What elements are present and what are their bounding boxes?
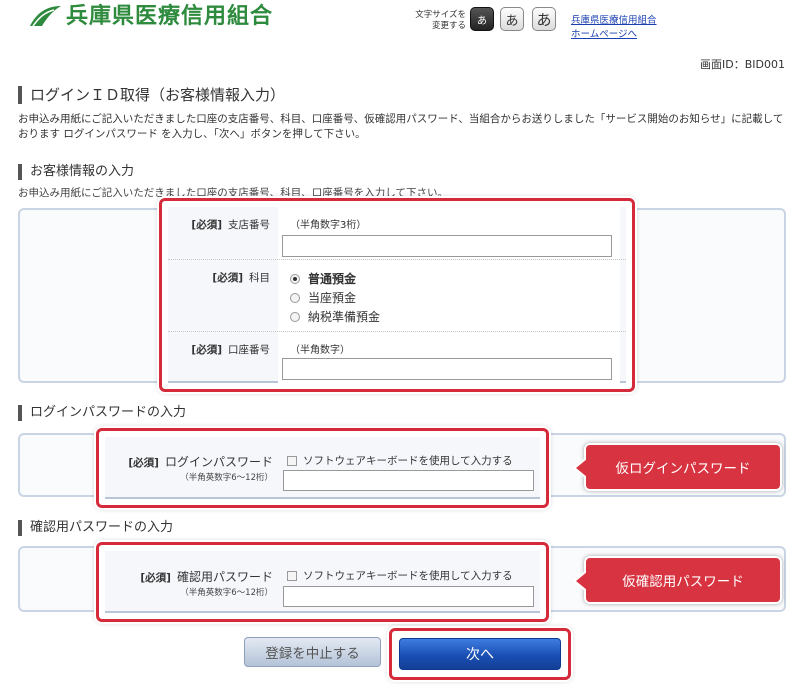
font-size-small-button[interactable]: あ (470, 7, 494, 31)
radio-unchecked-icon (290, 311, 300, 322)
font-size-large-button[interactable]: あ (532, 7, 556, 31)
login-password-callout: 仮ログインパスワード (572, 443, 782, 491)
font-size-label: 文字サイズを 変更する (415, 10, 466, 31)
branch-hint: （半角数字3桁） (290, 220, 367, 231)
radio-checked-icon (290, 273, 300, 284)
font-size-medium-button[interactable]: あ (500, 7, 524, 31)
logo-leaf-icon (28, 4, 62, 30)
customer-form-highlight: [必須] 支店番号 （半角数字3桁） [必須] 科目 普通預金 当座預金 納税準備預… (159, 198, 635, 392)
login-form: [必須] ログインパスワード （半角英数字6～12桁） ソフトウェアキーボードを使… (105, 437, 540, 499)
branch-label: [必須] 支店番号 (191, 219, 270, 231)
account-number-input[interactable] (282, 358, 612, 380)
account-hint: （半角数字） (290, 345, 350, 356)
login-password-input[interactable] (283, 470, 534, 491)
page-title: ログインＩＤ取得（お客様情報入力） (18, 86, 285, 104)
login-software-keyboard-checkbox[interactable]: ソフトウェアキーボードを使用して入力する (287, 453, 513, 468)
confirm-password-callout: 仮確認用パスワード (572, 556, 782, 604)
branch-row: [必須] 支店番号 （半角数字3桁） (168, 207, 626, 260)
checkbox-icon (287, 455, 297, 466)
confirm-password-label: [必須] 確認用パスワード （半角英数字6～12桁） (140, 570, 273, 598)
intro-text: お申込み用紙にご記入いただきました口座の支店番号、科目、口座番号、仮確認用パスワ… (18, 113, 784, 140)
checkbox-icon (287, 570, 297, 581)
subject-row: [必須] 科目 普通預金 当座預金 納税準備預金 (168, 260, 626, 332)
radio-unchecked-icon (290, 292, 300, 303)
next-button[interactable]: 次へ (399, 638, 561, 670)
login-form-highlight: [必須] ログインパスワード （半角英数字6～12桁） ソフトウェアキーボードを使… (96, 428, 549, 508)
login-password-label: [必須] ログインパスワード （半角英数字6～12桁） (128, 455, 273, 483)
subject-label: [必須] 科目 (212, 272, 270, 284)
branch-number-input[interactable] (282, 235, 612, 257)
confirm-form-highlight: [必須] 確認用パスワード （半角英数字6～12桁） ソフトウェアキーボードを使用… (96, 542, 549, 622)
account-label: [必須] 口座番号 (191, 344, 270, 356)
confirm-section-title: 確認用パスワードの入力 (18, 520, 173, 536)
customer-section-title: お客様情報の入力 (18, 164, 134, 180)
cancel-registration-button[interactable]: 登録を中止する (244, 637, 381, 667)
screen-id: 画面ID：BID001 (700, 58, 785, 71)
customer-form: [必須] 支店番号 （半角数字3桁） [必須] 科目 普通預金 当座預金 納税準備預… (168, 207, 626, 383)
confirm-password-input[interactable] (283, 586, 534, 607)
bank-logo[interactable]: 兵庫県医療信用組合 (28, 4, 273, 30)
bank-name: 兵庫県医療信用組合 (66, 4, 274, 29)
subject-radio-checking[interactable]: 当座預金 (290, 289, 356, 306)
login-section-title: ログインパスワードの入力 (18, 405, 186, 421)
confirm-form: [必須] 確認用パスワード （半角英数字6～12桁） ソフトウェアキーボードを使用… (105, 551, 540, 613)
account-row: [必須] 口座番号 （半角数字） (168, 332, 626, 383)
subject-radio-tax-savings[interactable]: 納税準備預金 (290, 308, 380, 325)
next-button-highlight: 次へ (389, 628, 571, 680)
homepage-link[interactable]: 兵庫県医療信用組合 ホームページへ (571, 14, 657, 42)
confirm-software-keyboard-checkbox[interactable]: ソフトウェアキーボードを使用して入力する (287, 568, 513, 583)
subject-radio-savings[interactable]: 普通預金 (290, 270, 356, 287)
